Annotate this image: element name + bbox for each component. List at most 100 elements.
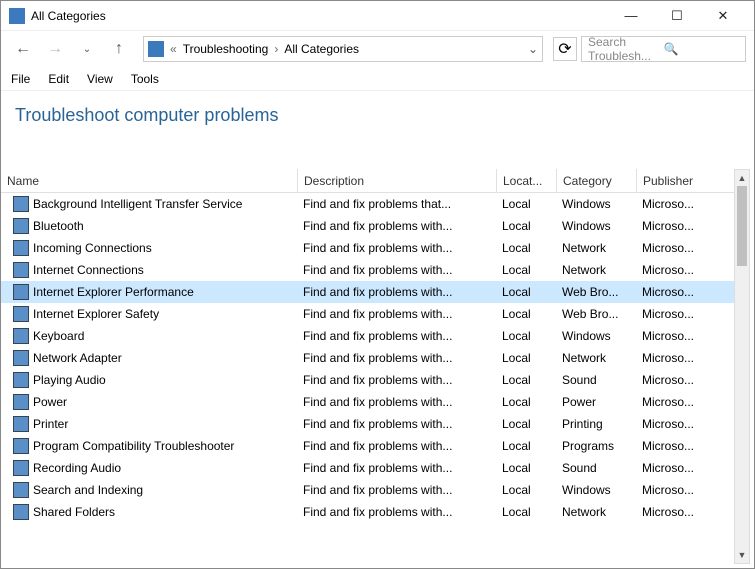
row-name: Background Intelligent Transfer Service <box>33 197 291 211</box>
forward-button[interactable]: → <box>41 35 69 63</box>
column-header-category[interactable]: Category <box>556 169 636 192</box>
column-header-description[interactable]: Description <box>297 169 496 192</box>
table-row[interactable]: Internet ConnectionsFind and fix problem… <box>1 259 734 281</box>
table-row[interactable]: Recording AudioFind and fix problems wit… <box>1 457 734 479</box>
row-description: Find and fix problems with... <box>297 505 496 519</box>
row-location: Local <box>496 461 556 475</box>
menu-edit[interactable]: Edit <box>48 72 69 86</box>
minimize-button[interactable]: — <box>608 1 654 31</box>
search-icon: 🔍 <box>664 42 740 56</box>
troubleshooter-icon <box>13 350 29 366</box>
troubleshooter-icon <box>13 416 29 432</box>
search-placeholder: Search Troublesh... <box>588 35 664 63</box>
row-description: Find and fix problems that... <box>297 197 496 211</box>
table-row[interactable]: Background Intelligent Transfer Service F… <box>1 193 734 215</box>
row-publisher: Microso... <box>636 263 716 277</box>
crumb-sep: › <box>274 42 278 56</box>
menu-tools[interactable]: Tools <box>131 72 159 86</box>
close-button[interactable]: ✕ <box>700 1 746 31</box>
troubleshooter-icon <box>13 240 29 256</box>
refresh-button[interactable]: ⟳ <box>553 37 577 61</box>
row-location: Local <box>496 307 556 321</box>
table-row[interactable]: PowerFind and fix problems with...LocalP… <box>1 391 734 413</box>
table-row[interactable]: PrinterFind and fix problems with...Loca… <box>1 413 734 435</box>
row-publisher: Microso... <box>636 285 716 299</box>
column-header-publisher[interactable]: Publisher <box>636 169 716 192</box>
troubleshooter-icon <box>13 394 29 410</box>
row-category: Network <box>556 351 636 365</box>
row-location: Local <box>496 329 556 343</box>
recent-dropdown[interactable]: ⌄ <box>73 35 101 63</box>
menu-file[interactable]: File <box>11 72 30 86</box>
row-publisher: Microso... <box>636 373 716 387</box>
address-bar[interactable]: « Troubleshooting › All Categories ⌄ <box>143 36 543 62</box>
row-category: Printing <box>556 417 636 431</box>
column-header-location[interactable]: Locat... <box>496 169 556 192</box>
vertical-scrollbar[interactable]: ▲ ▼ <box>734 169 750 564</box>
troubleshooter-icon <box>13 504 29 520</box>
table-row[interactable]: Incoming ConnectionsFind and fix problem… <box>1 237 734 259</box>
row-description: Find and fix problems with... <box>297 285 496 299</box>
row-location: Local <box>496 395 556 409</box>
table-row[interactable]: Shared FoldersFind and fix problems with… <box>1 501 734 523</box>
row-publisher: Microso... <box>636 483 716 497</box>
location-icon <box>148 41 164 57</box>
troubleshooter-table: Name Description Locat... Category Publi… <box>1 169 734 568</box>
row-category: Windows <box>556 329 636 343</box>
row-name: Search and Indexing <box>33 483 291 497</box>
up-button[interactable]: ↑ <box>105 35 133 63</box>
table-row[interactable]: Playing Audio Find and fix problems with.… <box>1 369 734 391</box>
row-description: Find and fix problems with... <box>297 263 496 277</box>
row-description: Find and fix problems with... <box>297 395 496 409</box>
troubleshooter-icon <box>13 196 29 212</box>
search-input[interactable]: Search Troublesh... 🔍 <box>581 36 746 62</box>
row-location: Local <box>496 373 556 387</box>
row-publisher: Microso... <box>636 461 716 475</box>
troubleshooter-icon <box>13 284 29 300</box>
table-row[interactable]: Search and Indexing Find and fix problems… <box>1 479 734 501</box>
row-name: Incoming Connections <box>33 241 291 255</box>
row-category: Power <box>556 395 636 409</box>
row-name: Network Adapter <box>33 351 291 365</box>
scrollbar-thumb[interactable] <box>737 186 747 266</box>
scroll-down-icon[interactable]: ▼ <box>735 547 749 563</box>
row-name: Power <box>33 395 291 409</box>
table-row[interactable]: Internet Explorer SafetyFind and fix pro… <box>1 303 734 325</box>
crumb-all-categories[interactable]: All Categories <box>284 42 359 56</box>
row-publisher: Microso... <box>636 241 716 255</box>
row-publisher: Microso... <box>636 505 716 519</box>
row-name: Program Compatibility Troubleshooter <box>33 439 291 453</box>
window-title: All Categories <box>31 9 608 23</box>
back-button[interactable]: ← <box>9 35 37 63</box>
row-name: Bluetooth <box>33 219 291 233</box>
row-category: Sound <box>556 373 636 387</box>
table-row[interactable]: KeyboardFind and fix problems with...Loc… <box>1 325 734 347</box>
row-description: Find and fix problems with... <box>297 351 496 365</box>
table-row[interactable]: Internet Explorer Performance Find and fi… <box>1 281 734 303</box>
row-publisher: Microso... <box>636 329 716 343</box>
crumb-troubleshooting[interactable]: Troubleshooting <box>183 42 269 56</box>
troubleshooter-icon <box>13 328 29 344</box>
crumb-sep: « <box>170 42 177 56</box>
row-location: Local <box>496 241 556 255</box>
row-category: Web Bro... <box>556 307 636 321</box>
row-location: Local <box>496 417 556 431</box>
scroll-up-icon[interactable]: ▲ <box>735 170 749 186</box>
row-name: Playing Audio <box>33 373 291 387</box>
row-category: Network <box>556 263 636 277</box>
table-row[interactable]: Network Adapter Find and fix problems wit… <box>1 347 734 369</box>
row-description: Find and fix problems with... <box>297 483 496 497</box>
row-publisher: Microso... <box>636 351 716 365</box>
row-description: Find and fix problems with... <box>297 373 496 387</box>
row-name: Internet Explorer Performance <box>33 285 291 299</box>
maximize-button[interactable]: ☐ <box>654 1 700 31</box>
table-row[interactable]: Program Compatibility TroubleshooterFind… <box>1 435 734 457</box>
troubleshooter-icon <box>13 460 29 476</box>
column-header-name[interactable]: Name <box>1 174 297 188</box>
table-row[interactable]: BluetoothFind and fix problems with...Lo… <box>1 215 734 237</box>
row-category: Windows <box>556 197 636 211</box>
menu-view[interactable]: View <box>87 72 113 86</box>
address-dropdown-icon[interactable]: ⌄ <box>528 42 538 56</box>
row-location: Local <box>496 197 556 211</box>
row-publisher: Microso... <box>636 307 716 321</box>
